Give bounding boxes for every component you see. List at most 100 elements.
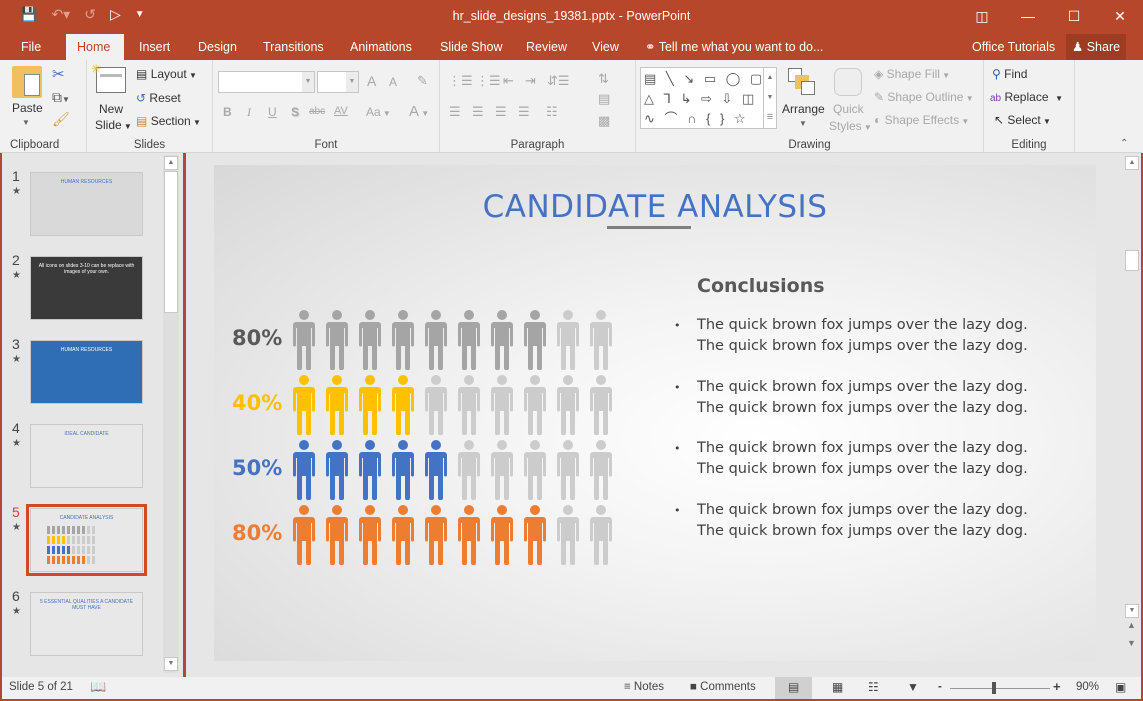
collapse-ribbon-icon[interactable]: ⌃ — [1120, 138, 1128, 149]
tab-review[interactable]: Review — [515, 34, 578, 60]
minimize-icon[interactable]: — — [1005, 0, 1051, 32]
thumbnail-scrollbar[interactable]: ▲ ▼ — [163, 155, 179, 673]
copy-icon[interactable]: ⧉▼ — [52, 89, 70, 106]
quick-styles-button[interactable]: Quick — [833, 102, 864, 116]
share-button[interactable]: ♟ Share — [1066, 34, 1126, 60]
find-button[interactable]: ⚲ Find — [992, 67, 1027, 81]
zoom-level[interactable]: 90% — [1076, 681, 1099, 693]
select-button[interactable]: ↖ Select ▼ — [994, 113, 1051, 127]
slide-thumbnail-5[interactable]: CANDIDATE ANALYSIS — [26, 504, 147, 576]
paste-icon[interactable] — [12, 66, 42, 98]
font-size-select[interactable]: ▼ — [317, 71, 359, 93]
new-slide-button[interactable]: New — [99, 102, 123, 116]
slide-thumbnail-1[interactable]: HUMAN RESOURCES — [30, 172, 143, 236]
format-painter-icon[interactable]: 🖌 — [52, 111, 70, 128]
tab-slide-show[interactable]: Slide Show — [429, 34, 514, 60]
office-tutorials-link[interactable]: Office Tutorials — [972, 34, 1055, 60]
strikethrough-button[interactable]: abc — [309, 106, 325, 117]
normal-view-button[interactable]: ▤ — [775, 677, 812, 699]
fit-slide-button[interactable]: ▣ — [1115, 680, 1126, 694]
section-button[interactable]: ▤ Section ▼ — [136, 114, 201, 128]
grow-font-button[interactable]: A — [367, 73, 376, 89]
maximize-icon[interactable]: ☐ — [1051, 0, 1097, 32]
bullets-button[interactable]: ⋮☰ — [448, 73, 473, 89]
slide-scrollbar[interactable]: ▲ ▼ ▲ ▼ — [1124, 153, 1141, 677]
new-slide-dropdown[interactable]: Slide ▼ — [95, 118, 132, 132]
align-right-button[interactable]: ☰ — [495, 104, 507, 120]
underline-button[interactable]: U — [268, 105, 277, 119]
tab-insert[interactable]: Insert — [128, 34, 181, 60]
reset-button[interactable]: ↺ Reset — [136, 91, 181, 105]
character-spacing-button[interactable]: AV — [334, 105, 348, 117]
numbering-button[interactable]: ⋮☰ — [476, 73, 501, 89]
previous-slide-button[interactable]: ▲ — [1127, 620, 1136, 630]
decrease-indent-button[interactable]: ⇤ — [503, 73, 514, 89]
zoom-slider[interactable] — [950, 682, 1050, 694]
ribbon-display-icon[interactable]: ◫ — [959, 0, 1005, 32]
change-case-button[interactable]: Aa ▼ — [366, 105, 391, 119]
slide-show-button[interactable]: ▼ — [907, 680, 919, 694]
scroll-down-button[interactable]: ▼ — [164, 657, 178, 671]
font-name-select[interactable]: ▼ — [218, 71, 315, 93]
slide-5[interactable]: CANDIDATE ANALYSIS Conclusions 80% 40% 50%… — [214, 165, 1096, 661]
zoom-out-button[interactable]: - — [938, 681, 942, 693]
arrange-icon[interactable] — [788, 68, 816, 96]
line-spacing-button[interactable]: ⇵☰ — [547, 73, 570, 89]
tab-file[interactable]: File — [10, 34, 52, 60]
zoom-in-button[interactable]: + — [1053, 679, 1061, 694]
slide-thumbnail-3[interactable]: HUMAN RESOURCES — [30, 340, 143, 404]
notes-button[interactable]: ≡ Notes — [624, 681, 664, 693]
shapes-gallery-scroll[interactable]: ▲ ▼ ☰ — [763, 67, 777, 129]
increase-indent-button[interactable]: ⇥ — [525, 73, 536, 89]
columns-button[interactable]: ☷ — [546, 104, 558, 120]
bold-button[interactable]: B — [223, 105, 232, 119]
center-button[interactable]: ☰ — [472, 104, 484, 120]
replace-button[interactable]: ab Replace ▼ — [990, 90, 1063, 104]
scroll-thumb[interactable] — [1125, 250, 1139, 271]
cut-icon[interactable]: ✂ — [52, 65, 65, 83]
slide-sorter-button[interactable]: ▦ — [832, 680, 843, 694]
text-direction-button[interactable]: ⇅ — [598, 71, 609, 87]
align-left-button[interactable]: ☰ — [449, 104, 461, 120]
arrange-button[interactable]: Arrange — [782, 102, 825, 116]
scroll-up-button[interactable]: ▲ — [164, 156, 178, 170]
tab-transitions[interactable]: Transitions — [252, 34, 335, 60]
shape-fill-button[interactable]: ◈ Shape Fill ▼ — [874, 67, 950, 81]
slide-thumbnail-6[interactable]: 5 ESSENTIAL QUALITIES A CANDIDATE MUST H… — [30, 592, 143, 656]
shape-effects-button[interactable]: ◐ Shape Effects ▼ — [874, 113, 969, 127]
comments-button[interactable]: ■ Comments — [690, 681, 756, 693]
zoom-slider-thumb[interactable] — [992, 682, 997, 694]
italic-button[interactable]: I — [247, 105, 251, 120]
tab-animations[interactable]: Animations — [339, 34, 423, 60]
justify-button[interactable]: ☰ — [518, 104, 530, 120]
scroll-up-button[interactable]: ▲ — [1125, 156, 1139, 170]
conclusions-heading[interactable]: Conclusions — [697, 275, 825, 297]
paste-dropdown-icon[interactable]: ▼ — [22, 118, 30, 127]
tab-view[interactable]: View — [581, 34, 630, 60]
shapes-gallery[interactable]: ▤ ╲ ↘ ▭ ◯ ▢ △ ⅂ ↳ ⇨ ⇩ ◫ ∿ ⌒ ∩ { } ☆ — [640, 67, 776, 129]
reading-view-button[interactable]: ☷ — [868, 680, 879, 694]
person-icon-filled — [392, 440, 414, 501]
next-slide-button[interactable]: ▼ — [1127, 638, 1136, 648]
tell-me-search[interactable]: ⚭ Tell me what you want to do... — [645, 34, 823, 60]
spell-check-icon[interactable]: 📖 — [90, 679, 106, 695]
quick-styles-dropdown[interactable]: Styles ▼ — [829, 119, 872, 133]
shadow-button[interactable]: S — [291, 105, 299, 119]
slide-thumbnail-2[interactable]: All icons on slides 3-10 can be replace … — [30, 256, 143, 320]
tab-design[interactable]: Design — [187, 34, 248, 60]
smartart-button[interactable]: ▩ — [598, 113, 610, 129]
font-color-button[interactable]: A ▼ — [409, 103, 429, 120]
scroll-down-button[interactable]: ▼ — [1125, 604, 1139, 618]
tab-home[interactable]: Home — [66, 34, 124, 60]
scroll-thumb[interactable] — [164, 171, 178, 313]
close-icon[interactable]: ✕ — [1097, 0, 1143, 32]
slide-thumbnail-4[interactable]: IDEAL CANDIDATE — [30, 424, 143, 488]
clear-formatting-icon[interactable]: ✎ — [417, 73, 428, 89]
layout-button[interactable]: ▤ Layout ▼ — [136, 67, 197, 81]
shape-outline-button[interactable]: ✎ Shape Outline ▼ — [874, 90, 974, 104]
shrink-font-button[interactable]: A — [389, 75, 397, 89]
slide-title[interactable]: CANDIDATE ANALYSIS — [214, 189, 1096, 225]
new-slide-icon[interactable]: ✳ — [91, 62, 126, 93]
align-text-button[interactable]: ▤ — [598, 91, 610, 107]
paste-button[interactable]: Paste — [12, 101, 43, 115]
